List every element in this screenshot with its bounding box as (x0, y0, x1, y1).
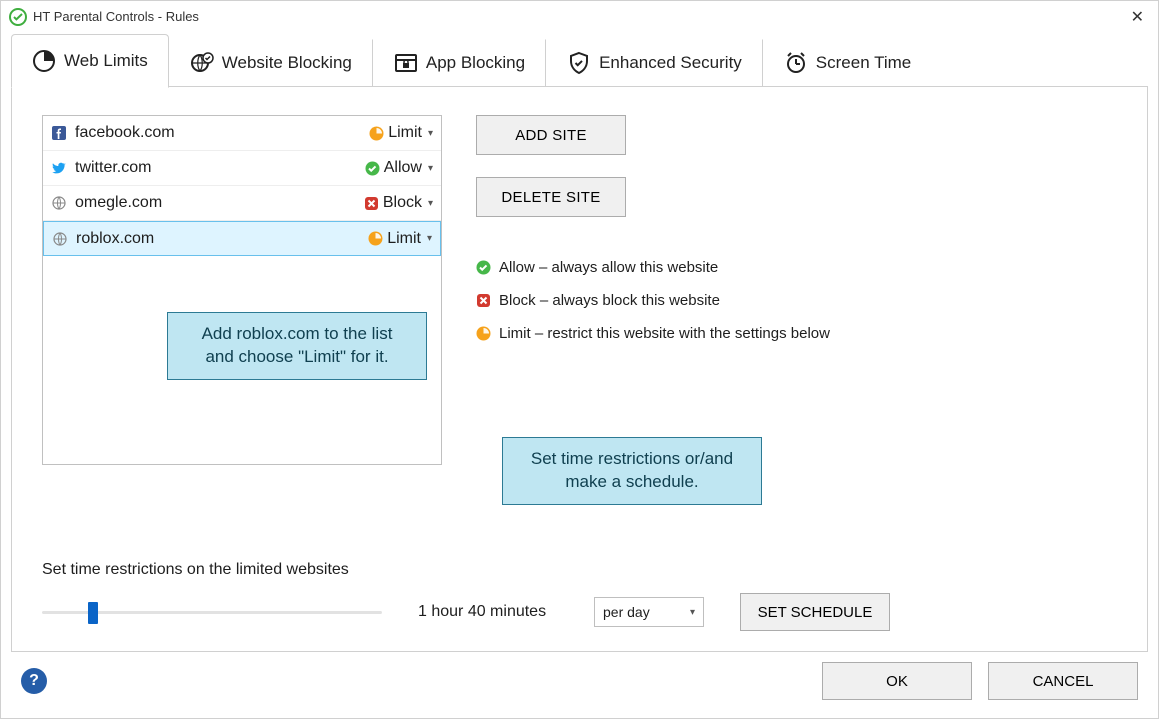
tabs: Web Limits Website Blocking App Blocking… (11, 33, 1152, 87)
time-duration: 1 hour 40 minutes (418, 603, 558, 621)
site-domain: facebook.com (75, 124, 361, 142)
site-row-omegle[interactable]: omegle.com Block ▾ (43, 186, 441, 221)
window-lock-icon (394, 51, 418, 75)
time-section-label: Set time restrictions on the limited web… (42, 561, 1117, 579)
add-site-button[interactable]: ADD SITE (476, 115, 626, 155)
allow-icon (365, 161, 380, 176)
site-domain: omegle.com (75, 194, 356, 212)
tab-label: Screen Time (816, 53, 911, 73)
tab-enhanced-security[interactable]: Enhanced Security (546, 39, 763, 87)
legend-limit: Limit – restrict this website with the s… (476, 325, 830, 342)
tab-screen-time[interactable]: Screen Time (763, 39, 931, 87)
callout-text: Add roblox.com to the list and choose "L… (202, 324, 393, 366)
legend-text: Limit – restrict this website with the s… (499, 325, 830, 342)
ok-button[interactable]: OK (822, 662, 972, 700)
site-domain: twitter.com (75, 159, 357, 177)
site-row-twitter[interactable]: twitter.com Allow ▾ (43, 151, 441, 186)
callout-time: Set time restrictions or/and make a sche… (502, 437, 762, 505)
select-value: per day (603, 604, 650, 620)
site-action-label: Limit (387, 230, 421, 248)
delete-site-button[interactable]: DELETE SITE (476, 177, 626, 217)
clock-icon (32, 49, 56, 73)
shield-icon (567, 51, 591, 75)
site-action-label: Block (383, 194, 422, 212)
tab-web-limits[interactable]: Web Limits (11, 34, 169, 88)
chevron-down-icon: ▾ (428, 198, 433, 209)
set-schedule-button[interactable]: SET SCHEDULE (740, 593, 890, 631)
facebook-icon (51, 126, 67, 140)
time-period-select[interactable]: per day ▾ (594, 597, 704, 627)
window-title: HT Parental Controls - Rules (33, 9, 199, 24)
legend-text: Block – always block this website (499, 292, 720, 309)
app-icon (9, 8, 27, 26)
tab-label: App Blocking (426, 53, 525, 73)
time-slider[interactable] (42, 602, 382, 622)
block-icon (364, 196, 379, 211)
chevron-down-icon: ▾ (427, 233, 432, 244)
tab-label: Enhanced Security (599, 53, 742, 73)
limit-icon (369, 126, 384, 141)
chevron-down-icon: ▾ (428, 163, 433, 174)
help-button[interactable]: ? (21, 668, 47, 694)
tab-label: Website Blocking (222, 53, 352, 73)
site-row-facebook[interactable]: facebook.com Limit ▾ (43, 116, 441, 151)
limit-icon (476, 326, 491, 341)
tab-app-blocking[interactable]: App Blocking (373, 39, 546, 87)
site-action-label: Limit (388, 124, 422, 142)
site-list[interactable]: facebook.com Limit ▾ twi (42, 115, 442, 465)
legend-allow: Allow – always allow this website (476, 259, 830, 276)
cancel-button[interactable]: CANCEL (988, 662, 1138, 700)
site-domain: roblox.com (76, 230, 360, 248)
site-action-label: Allow (384, 159, 422, 177)
block-icon (476, 293, 491, 308)
globe-icon (52, 232, 68, 246)
site-action-dropdown[interactable]: Limit ▾ (368, 230, 432, 248)
site-action-dropdown[interactable]: Allow ▾ (365, 159, 433, 177)
close-icon[interactable]: ✕ (1125, 7, 1150, 27)
tab-label: Web Limits (64, 51, 148, 71)
callout-text: Set time restrictions or/and make a sche… (531, 449, 733, 491)
chevron-down-icon: ▾ (690, 607, 695, 618)
callout-add-limit: Add roblox.com to the list and choose "L… (167, 312, 427, 380)
alarm-icon (784, 51, 808, 75)
chevron-down-icon: ▾ (428, 128, 433, 139)
limit-icon (368, 231, 383, 246)
site-action-dropdown[interactable]: Block ▾ (364, 194, 433, 212)
twitter-icon (51, 161, 67, 175)
globe-check-icon (190, 51, 214, 75)
legend-text: Allow – always allow this website (499, 259, 718, 276)
allow-icon (476, 260, 491, 275)
globe-icon (51, 196, 67, 210)
legend-block: Block – always block this website (476, 292, 830, 309)
site-action-dropdown[interactable]: Limit ▾ (369, 124, 433, 142)
site-row-roblox[interactable]: roblox.com Limit ▾ (43, 221, 441, 256)
tab-website-blocking[interactable]: Website Blocking (169, 39, 373, 87)
